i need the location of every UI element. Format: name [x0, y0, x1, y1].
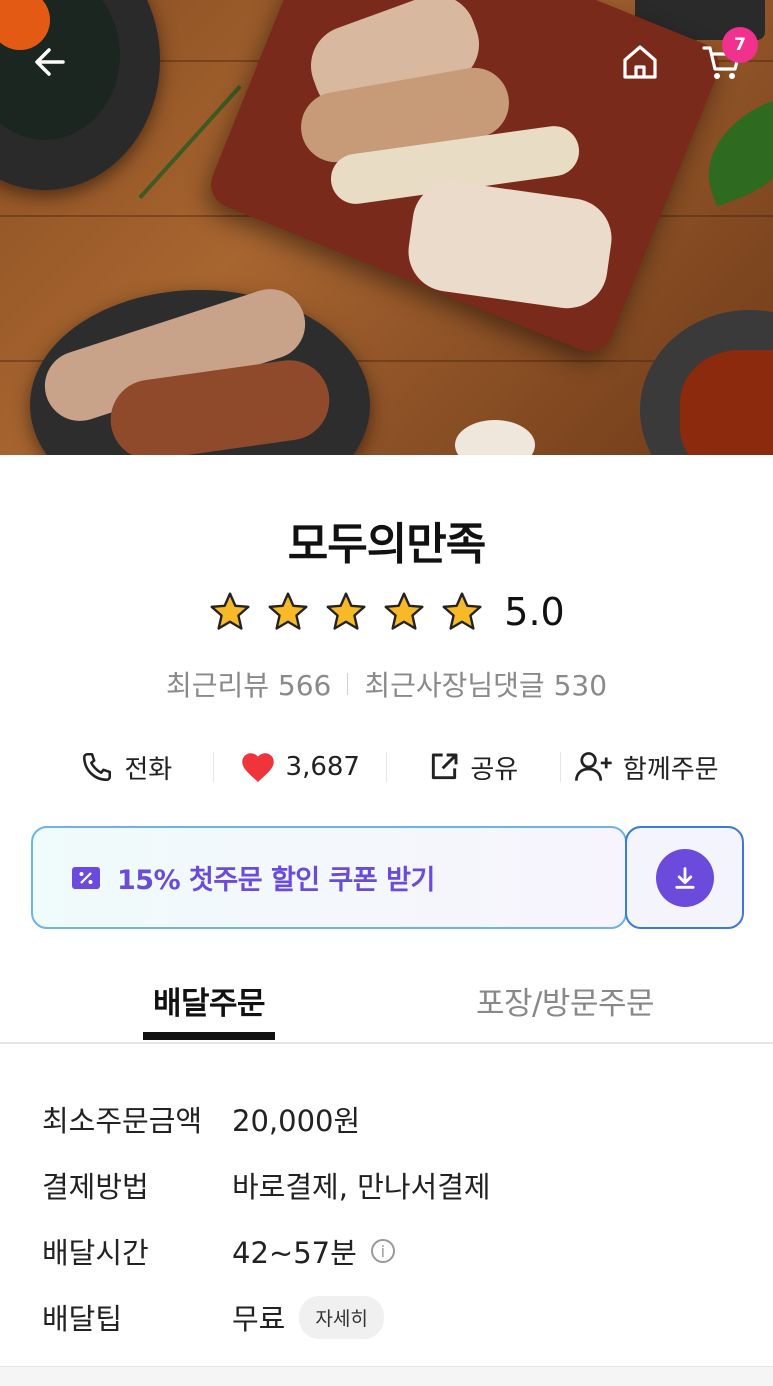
phone-icon	[83, 752, 112, 782]
share-label: 공유	[470, 754, 519, 785]
back-button[interactable]	[28, 40, 72, 84]
coupon-download-button[interactable]	[625, 826, 744, 929]
delivery-tip-value: 무료	[232, 1302, 286, 1336]
delivery-time-value: 42~57분	[232, 1236, 357, 1270]
home-button[interactable]	[618, 40, 662, 84]
star-icon	[442, 592, 482, 630]
payment-value: 바로결제, 만나서결제	[232, 1170, 491, 1204]
payment-label: 결제방법	[42, 1170, 149, 1204]
payment-row: 결제방법 바로결제, 만나서결제	[42, 1152, 742, 1218]
star-icon	[268, 592, 308, 630]
tip-detail-button[interactable]: 자세히	[299, 1295, 384, 1339]
rating-value: 5.0	[504, 590, 565, 634]
call-label: 전화	[124, 754, 173, 785]
spicy-dish	[640, 310, 773, 455]
store-name: 모두의만족	[287, 519, 486, 570]
group-order-button[interactable]: 함께주문	[561, 749, 734, 786]
tab-delivery[interactable]: 배달주문	[143, 978, 275, 1023]
seaweed-bowl	[0, 0, 160, 190]
arrow-left-icon	[35, 48, 65, 76]
download-icon	[674, 866, 695, 889]
min-order-value: 20,000원	[232, 1104, 361, 1138]
star-icon	[384, 592, 424, 630]
heart-icon	[241, 753, 274, 782]
like-count: 3,687	[285, 752, 360, 782]
call-button[interactable]: 전화	[40, 749, 213, 786]
min-order-row: 최소주문금액 20,000원	[42, 1086, 742, 1152]
add-person-icon	[574, 752, 612, 781]
store-actions: 전화 3,687 공유 함께주문	[40, 742, 733, 792]
info-icon[interactable]: i	[370, 1239, 395, 1263]
delivery-time-row: 배달시간 42~57분 i	[42, 1218, 742, 1284]
delivery-info: 최소주문금액 20,000원 결제방법 바로결제, 만나서결제 배달시간 42~…	[42, 1086, 742, 1350]
recent-reviews-link[interactable]: 최근리뷰 566	[166, 664, 331, 704]
delivery-time-label: 배달시간	[42, 1236, 149, 1270]
rating-row[interactable]: 5.0	[0, 590, 773, 634]
star-icon	[210, 592, 250, 630]
share-icon	[432, 753, 458, 780]
delivery-tip-row: 배달팁 무료 자세히	[42, 1284, 742, 1350]
min-order-label: 최소주문금액	[42, 1104, 203, 1138]
star-icon	[326, 592, 366, 630]
like-button[interactable]: 3,687	[214, 750, 387, 784]
home-icon	[623, 45, 657, 79]
coupon-icon	[72, 866, 100, 889]
tab-pickup[interactable]: 포장/방문주문	[470, 978, 660, 1023]
owner-replies-link[interactable]: 최근사장님댓글 530	[364, 664, 607, 704]
share-button[interactable]: 공유	[387, 749, 560, 786]
review-counts: 최근리뷰 566 최근사장님댓글 530	[0, 664, 773, 704]
order-type-tabs: 배달주문 포장/방문주문	[0, 968, 773, 1044]
section-divider	[0, 1366, 773, 1386]
first-order-coupon-banner[interactable]: 15% 첫주문 할인 쿠폰 받기	[31, 826, 627, 929]
group-order-label: 함께주문	[622, 754, 719, 785]
delivery-tip-label: 배달팁	[42, 1302, 123, 1336]
divider	[347, 673, 349, 695]
active-tab-indicator	[143, 1032, 275, 1040]
coupon-text: 15% 첫주문 할인 쿠폰 받기	[117, 865, 435, 896]
cart-count-badge: 7	[722, 27, 758, 63]
